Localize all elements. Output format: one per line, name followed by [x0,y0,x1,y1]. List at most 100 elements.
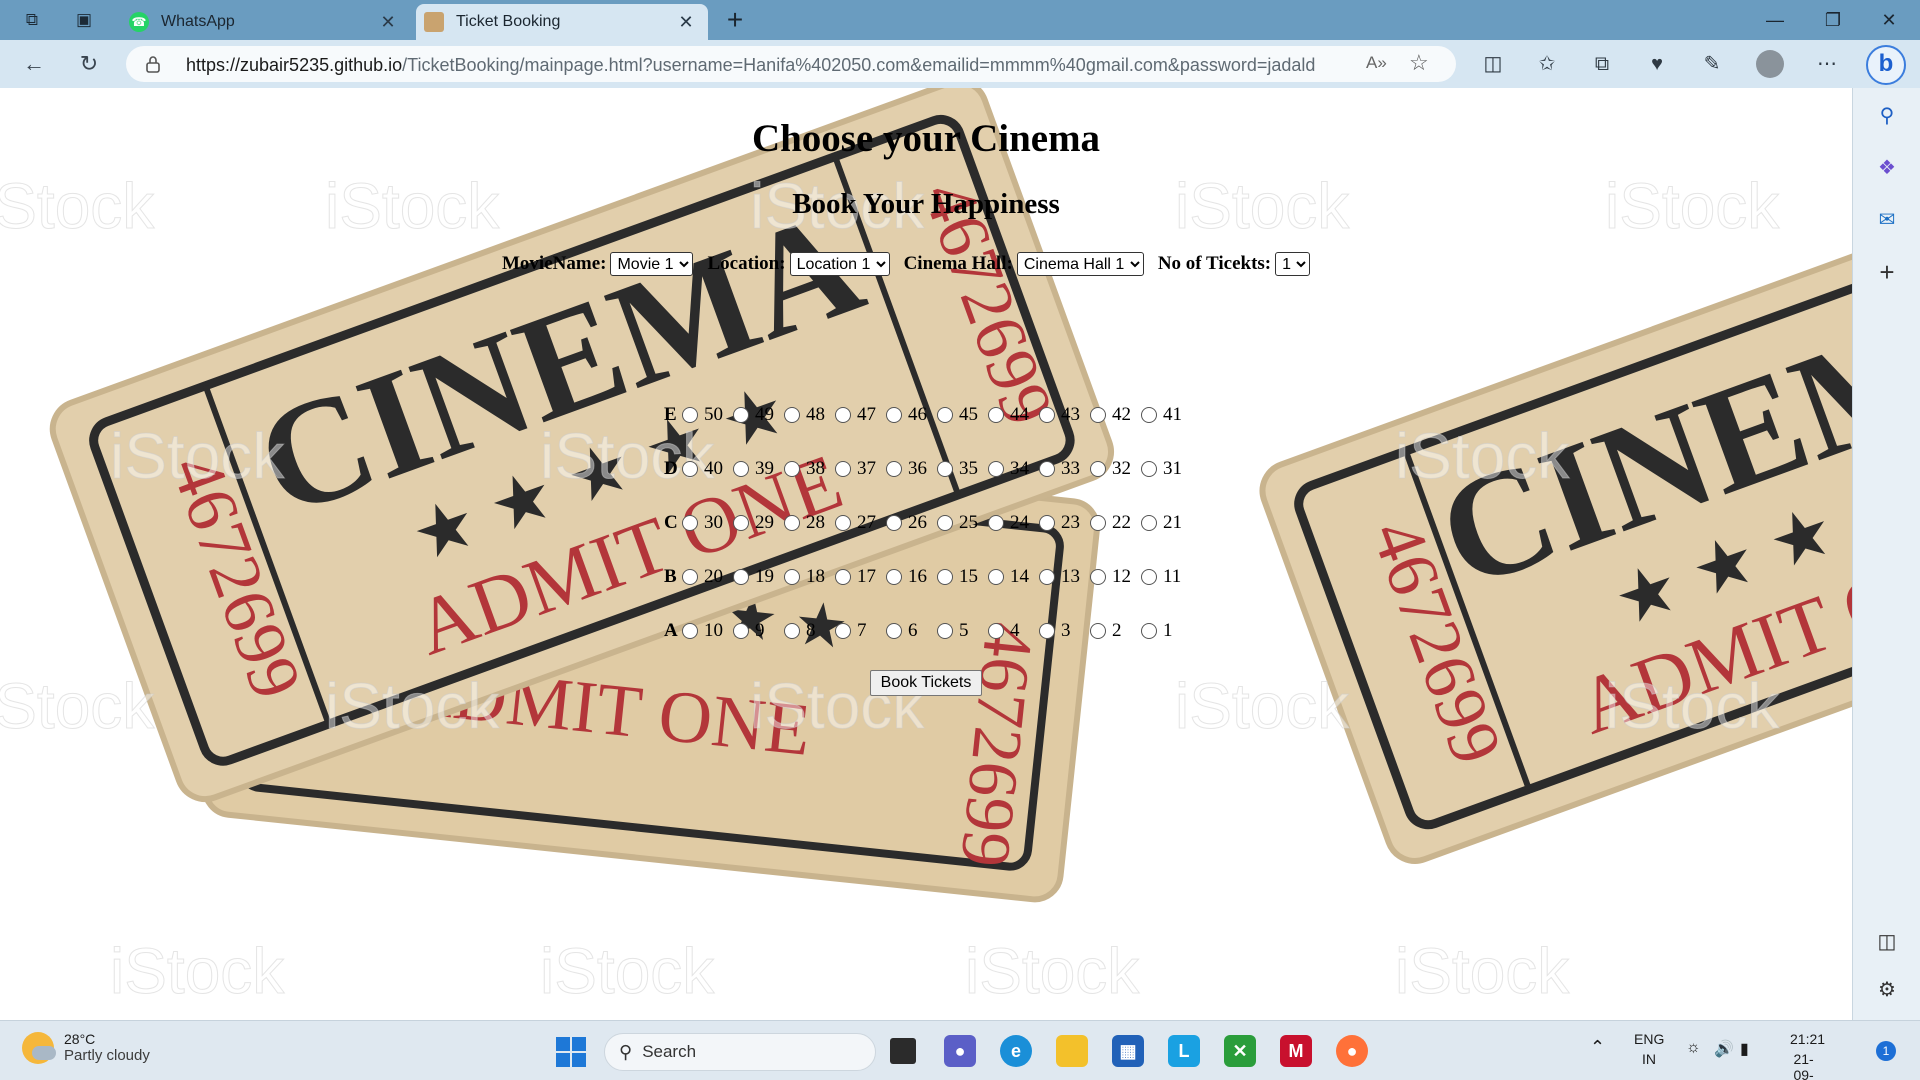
read-aloud-icon[interactable]: A» [1366,53,1387,73]
seat-option[interactable]: 37 [835,458,886,480]
seat-radio[interactable] [784,407,800,423]
profile-avatar[interactable] [1756,50,1784,78]
wifi-icon[interactable]: ☼ [1686,1039,1701,1057]
seat-radio[interactable] [886,515,902,531]
seat-radio[interactable] [835,623,851,639]
address-bar[interactable]: https://zubair5235.github.io/TicketBooki… [126,46,1456,82]
seat-option[interactable]: 41 [1141,404,1192,426]
seat-radio[interactable] [1090,515,1106,531]
seat-option[interactable]: 42 [1090,404,1141,426]
settings-gear-icon[interactable]: ⚙ [1873,976,1901,1004]
seat-option[interactable]: 39 [733,458,784,480]
seat-radio[interactable] [937,515,953,531]
seat-radio[interactable] [886,623,902,639]
seat-radio[interactable] [988,461,1004,477]
seat-option[interactable]: 3 [1039,620,1090,642]
seat-radio[interactable] [1090,569,1106,585]
seat-radio[interactable] [733,461,749,477]
tab-ticket-booking[interactable]: Ticket Booking ✕ [416,4,708,40]
seat-radio[interactable] [1039,623,1055,639]
seat-radio[interactable] [733,623,749,639]
seat-radio[interactable] [784,623,800,639]
tickets-select[interactable]: 1 [1275,252,1311,276]
seat-radio[interactable] [1090,623,1106,639]
seat-option[interactable]: 40 [682,458,733,480]
seat-option[interactable]: 25 [937,512,988,534]
clock-time[interactable]: 21:21 [1790,1031,1825,1047]
seat-option[interactable]: 46 [886,404,937,426]
location-select[interactable]: Location 1 [789,252,890,276]
seat-option[interactable]: 34 [988,458,1039,480]
copilot-extension-icon[interactable]: ✎ [1697,50,1727,78]
microsoft-store-icon[interactable]: ▦ [1112,1035,1144,1067]
seat-radio[interactable] [1141,407,1157,423]
copilot-icon[interactable]: ❖ [1873,154,1901,182]
file-explorer-icon[interactable] [1056,1035,1088,1067]
outlook-icon[interactable]: ✉ [1873,206,1901,234]
split-screen-icon[interactable]: ◫ [1478,50,1508,78]
book-tickets-button[interactable]: Book Tickets [870,670,982,696]
seat-radio[interactable] [988,515,1004,531]
seat-option[interactable]: 29 [733,512,784,534]
seat-radio[interactable] [937,569,953,585]
seat-option[interactable]: 1 [1141,620,1192,642]
seat-option[interactable]: 36 [886,458,937,480]
seat-option[interactable]: 20 [682,566,733,588]
close-tab-icon[interactable]: ✕ [376,12,400,33]
seat-radio[interactable] [1090,407,1106,423]
seat-option[interactable]: 6 [886,620,937,642]
seat-option[interactable]: 38 [784,458,835,480]
cinema-hall-select[interactable]: Cinema Hall 1 [1016,252,1144,276]
seat-option[interactable]: 18 [784,566,835,588]
seat-option[interactable]: 49 [733,404,784,426]
minimize-button[interactable]: — [1752,6,1798,34]
seat-radio[interactable] [1141,569,1157,585]
seat-option[interactable]: 23 [1039,512,1090,534]
seat-option[interactable]: 13 [1039,566,1090,588]
seat-radio[interactable] [1039,569,1055,585]
seat-radio[interactable] [733,407,749,423]
seat-radio[interactable] [886,461,902,477]
close-window-button[interactable]: ✕ [1866,6,1912,34]
volume-icon[interactable]: 🔊 [1714,1039,1734,1059]
seat-radio[interactable] [682,623,698,639]
teams-chat-icon[interactable]: ● [944,1035,976,1067]
seat-option[interactable]: 30 [682,512,733,534]
seat-option[interactable]: 33 [1039,458,1090,480]
seat-option[interactable]: 44 [988,404,1039,426]
seat-radio[interactable] [1039,515,1055,531]
seat-option[interactable]: 24 [988,512,1039,534]
movie-select[interactable]: Movie 1 [610,252,694,276]
mcafee-icon[interactable]: M [1280,1035,1312,1067]
seat-option[interactable]: 10 [682,620,733,642]
seat-radio[interactable] [937,461,953,477]
seat-option[interactable]: 43 [1039,404,1090,426]
seat-option[interactable]: 48 [784,404,835,426]
hide-sidebar-icon[interactable]: ◫ [1873,928,1901,956]
seat-option[interactable]: 8 [784,620,835,642]
task-view-icon[interactable] [890,1038,916,1064]
close-tab-icon[interactable]: ✕ [674,12,698,33]
seat-radio[interactable] [988,569,1004,585]
edge-browser-icon[interactable]: e [1000,1035,1032,1067]
seat-option[interactable]: 32 [1090,458,1141,480]
seat-option[interactable]: 5 [937,620,988,642]
seat-radio[interactable] [1141,623,1157,639]
seat-radio[interactable] [784,515,800,531]
windows-start-icon[interactable] [556,1037,586,1067]
language-indicator[interactable]: ENG [1634,1031,1664,1047]
seat-radio[interactable] [1039,407,1055,423]
clock-date[interactable]: 21-09-2023 [1788,1051,1819,1080]
new-tab-button[interactable]: + [720,5,750,35]
seat-option[interactable]: 16 [886,566,937,588]
seat-radio[interactable] [682,569,698,585]
search-icon[interactable]: ⚲ [1873,102,1901,130]
seat-radio[interactable] [733,515,749,531]
back-icon[interactable]: ← [20,50,48,78]
restore-button[interactable]: ❐ [1810,6,1856,34]
taskbar-search[interactable]: ⚲ Search [604,1033,876,1071]
favorites-icon[interactable]: ✩ [1532,50,1562,78]
browser-essentials-icon[interactable]: ♥ [1642,50,1672,78]
seat-option[interactable]: 22 [1090,512,1141,534]
seat-option[interactable]: 27 [835,512,886,534]
